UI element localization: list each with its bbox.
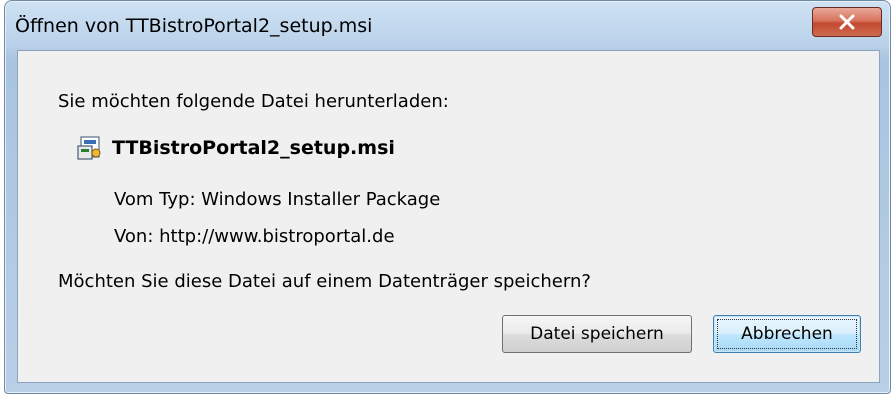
dialog-content: Sie möchten folgende Datei herunterladen…	[17, 50, 880, 383]
window-title: Öffnen von TTBistroPortal2_setup.msi	[15, 15, 373, 37]
file-type: Vom Typ: Windows Installer Package	[114, 189, 441, 210]
close-icon	[839, 14, 855, 30]
msi-installer-icon	[77, 136, 101, 160]
file-name: TTBistroPortal2_setup.msi	[112, 137, 395, 159]
save-file-button[interactable]: Datei speichern	[502, 315, 692, 353]
download-dialog-window: Öffnen von TTBistroPortal2_setup.msi Sie…	[4, 0, 891, 394]
download-prompt: Sie möchten folgende Datei herunterladen…	[58, 91, 449, 112]
cancel-button[interactable]: Abbrechen	[713, 315, 861, 353]
close-button[interactable]	[812, 7, 882, 37]
cancel-button-label: Abbrechen	[741, 324, 833, 344]
save-question: Möchten Sie diese Datei auf einem Datent…	[58, 271, 591, 292]
title-bar[interactable]: Öffnen von TTBistroPortal2_setup.msi	[5, 1, 890, 51]
file-source: Von: http://www.bistroportal.de	[114, 226, 395, 247]
